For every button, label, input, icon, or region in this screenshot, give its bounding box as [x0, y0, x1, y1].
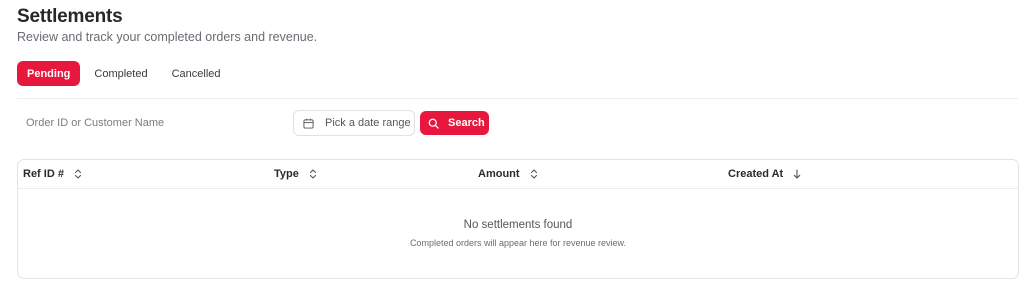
column-header-amount[interactable]: Amount [478, 168, 538, 180]
settlements-table: Ref ID # Type Amount Created At No settl… [17, 159, 1019, 279]
page-subtitle: Review and track your completed orders a… [17, 30, 318, 44]
tab-cancelled[interactable]: Cancelled [162, 61, 231, 86]
column-header-ref-id[interactable]: Ref ID # [23, 168, 82, 180]
search-button[interactable]: Search [420, 111, 489, 135]
search-button-label: Search [448, 117, 485, 129]
divider [17, 98, 1018, 99]
column-label: Type [274, 168, 299, 180]
empty-state-title: No settlements found [463, 219, 573, 231]
column-header-type[interactable]: Type [274, 168, 317, 180]
tab-completed[interactable]: Completed [84, 61, 157, 86]
sort-icon [74, 169, 82, 179]
calendar-icon [303, 118, 314, 129]
column-label: Amount [478, 168, 520, 180]
search-icon [428, 118, 439, 129]
arrow-down-icon [793, 169, 801, 179]
sort-icon [309, 169, 316, 179]
column-label: Created At [728, 168, 784, 180]
date-range-picker[interactable]: Pick a date range [293, 110, 415, 136]
table-header: Ref ID # Type Amount Created At [18, 160, 1018, 189]
page-title: Settlements [17, 6, 123, 27]
status-tabs: Pending Completed Cancelled [17, 61, 235, 86]
column-header-created-at[interactable]: Created At [728, 168, 801, 180]
search-input[interactable] [17, 111, 287, 135]
date-range-label: Pick a date range [325, 117, 411, 129]
column-label: Ref ID # [23, 168, 64, 180]
sort-icon [530, 169, 537, 179]
tab-pending[interactable]: Pending [17, 61, 81, 86]
empty-state-description: Completed orders will appear here for re… [409, 238, 627, 248]
